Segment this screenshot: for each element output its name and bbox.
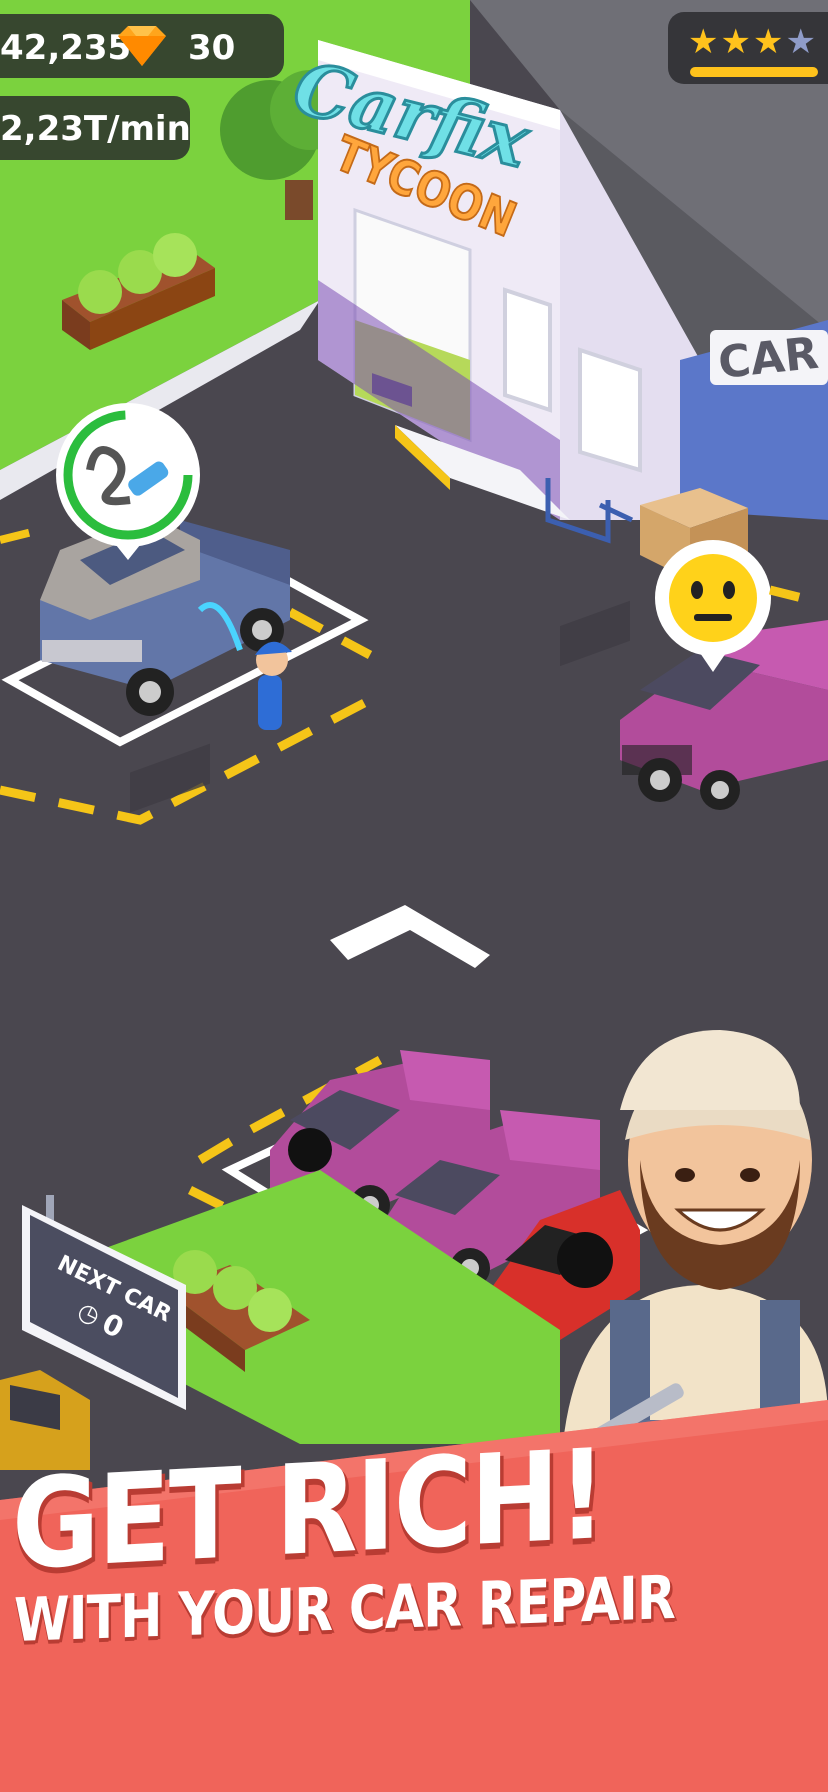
neutral-face-icon xyxy=(669,554,757,642)
side-sign: CAR xyxy=(716,328,821,389)
game-screen: Carfix TYCOON CAR NEXT CAR ◷ 0 GET RICH!… xyxy=(0,0,828,1792)
currency-panel[interactable]: 42,235 30 xyxy=(0,14,284,78)
star-icons-filled: ★★★ xyxy=(688,22,786,62)
diamond-gem-icon xyxy=(118,26,166,66)
gem-count: 30 xyxy=(188,28,236,68)
rating-panel[interactable]: ★★★★ xyxy=(668,12,828,84)
income-rate-panel: 2,23T/min xyxy=(0,96,191,160)
star-icon-empty: ★ xyxy=(785,22,818,62)
star-rating: ★★★★ xyxy=(688,22,818,62)
rating-progress-bar xyxy=(690,67,818,77)
income-rate: 2,23T/min xyxy=(0,109,191,149)
